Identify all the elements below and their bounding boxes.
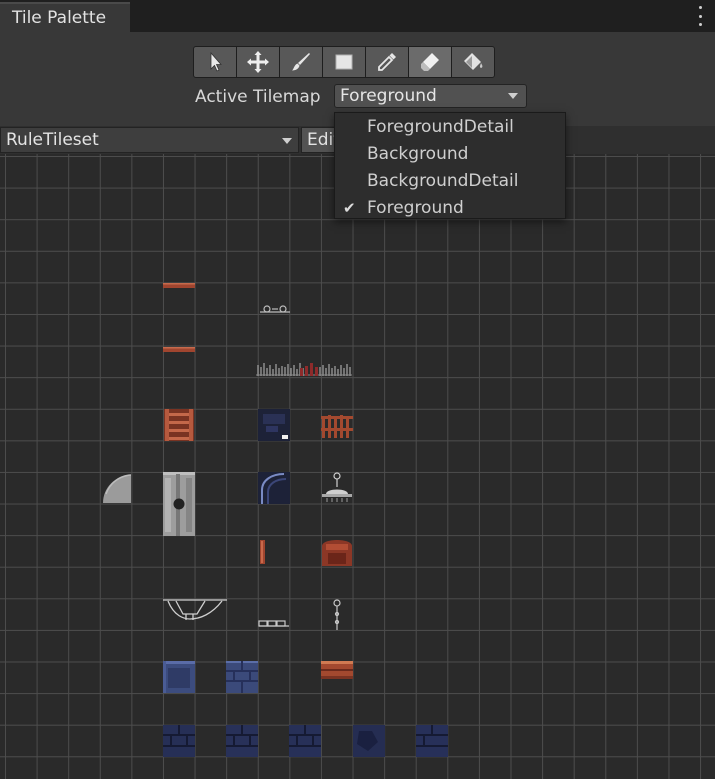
eraser-icon: [421, 53, 439, 71]
stone-pillar-tile: [163, 472, 195, 536]
wood-plank-tile: [163, 347, 195, 352]
menu-item-backgrounddetail[interactable]: BackgroundDetail: [335, 168, 565, 195]
box-fill-tool-button[interactable]: [322, 46, 366, 78]
wood-plank-tile: [163, 283, 195, 288]
checkmark-icon: ✔: [343, 199, 356, 217]
blue-stone-tile: [163, 661, 195, 693]
brush-icon: [292, 53, 310, 71]
move-arrows-icon: [247, 51, 269, 73]
tool-buttons: [193, 46, 495, 78]
tab-bar: Tile Palette: [0, 0, 715, 32]
bone-pile-tile: [256, 363, 352, 376]
wood-fence-tile: [321, 415, 353, 438]
dark-arch-tile: [258, 472, 290, 504]
chevron-down-icon: [508, 93, 518, 99]
dark-blue-brick-tile: [416, 725, 448, 757]
chandelier-tile: [163, 599, 227, 620]
palette-dropdown[interactable]: RuleTileset: [0, 127, 299, 153]
hanging-chain-tile: [333, 599, 341, 630]
menu-item-foreground[interactable]: ✔ Foreground: [335, 195, 565, 222]
red-spikes-tile: [300, 363, 318, 376]
menu-item-background[interactable]: Background: [335, 141, 565, 168]
tab-tile-palette[interactable]: Tile Palette: [0, 2, 130, 32]
move-tool-button[interactable]: [236, 46, 280, 78]
active-tilemap-value: Foreground: [340, 86, 437, 106]
menu-item-label: Foreground: [367, 198, 464, 218]
stone-arch-tile: [103, 474, 132, 503]
tile-sprites: [103, 283, 448, 757]
more-options-icon[interactable]: [697, 6, 703, 26]
dark-blue-brick-tile: [226, 725, 258, 757]
hanging-lamp-tile: [322, 472, 352, 502]
paint-bucket-icon: [464, 53, 483, 70]
picker-tool-button[interactable]: [365, 46, 409, 78]
tilemap-dropdown-menu: ForegroundDetail Background BackgroundDe…: [334, 112, 566, 219]
active-tilemap-dropdown[interactable]: Foreground: [334, 84, 527, 108]
red-door-edge-tile: [260, 540, 265, 564]
menu-item-label: Background: [367, 144, 469, 164]
ladder-tile: [164, 409, 194, 441]
menu-item-label: ForegroundDetail: [367, 117, 514, 137]
rectangle-icon: [335, 54, 353, 70]
paint-tool-button[interactable]: [279, 46, 323, 78]
menu-item-foregrounddetail[interactable]: ForegroundDetail: [335, 114, 565, 141]
select-tool-button[interactable]: [193, 46, 237, 78]
blue-brick-tile: [226, 661, 258, 693]
arrow-cursor-icon: [210, 51, 222, 72]
barrel-tile: [322, 540, 352, 566]
skull-bones-tile: [260, 305, 290, 313]
chain-link-tile: [258, 620, 289, 627]
dark-castle-tile: [258, 409, 290, 441]
palette-value: RuleTileset: [6, 130, 99, 150]
eyedropper-icon: [378, 53, 396, 71]
chevron-down-icon: [282, 138, 292, 144]
dark-blue-brick-tile: [163, 725, 195, 757]
fill-tool-button[interactable]: [451, 46, 495, 78]
eraser-tool-button[interactable]: [408, 46, 452, 78]
dark-blue-brick-tile: [289, 725, 321, 757]
wood-chest-tile: [321, 661, 353, 679]
active-tilemap-label: Active Tilemap: [195, 87, 321, 107]
dark-blue-stone-tile: [353, 725, 385, 757]
tile-grid[interactable]: [0, 154, 715, 779]
menu-item-label: BackgroundDetail: [367, 171, 519, 191]
